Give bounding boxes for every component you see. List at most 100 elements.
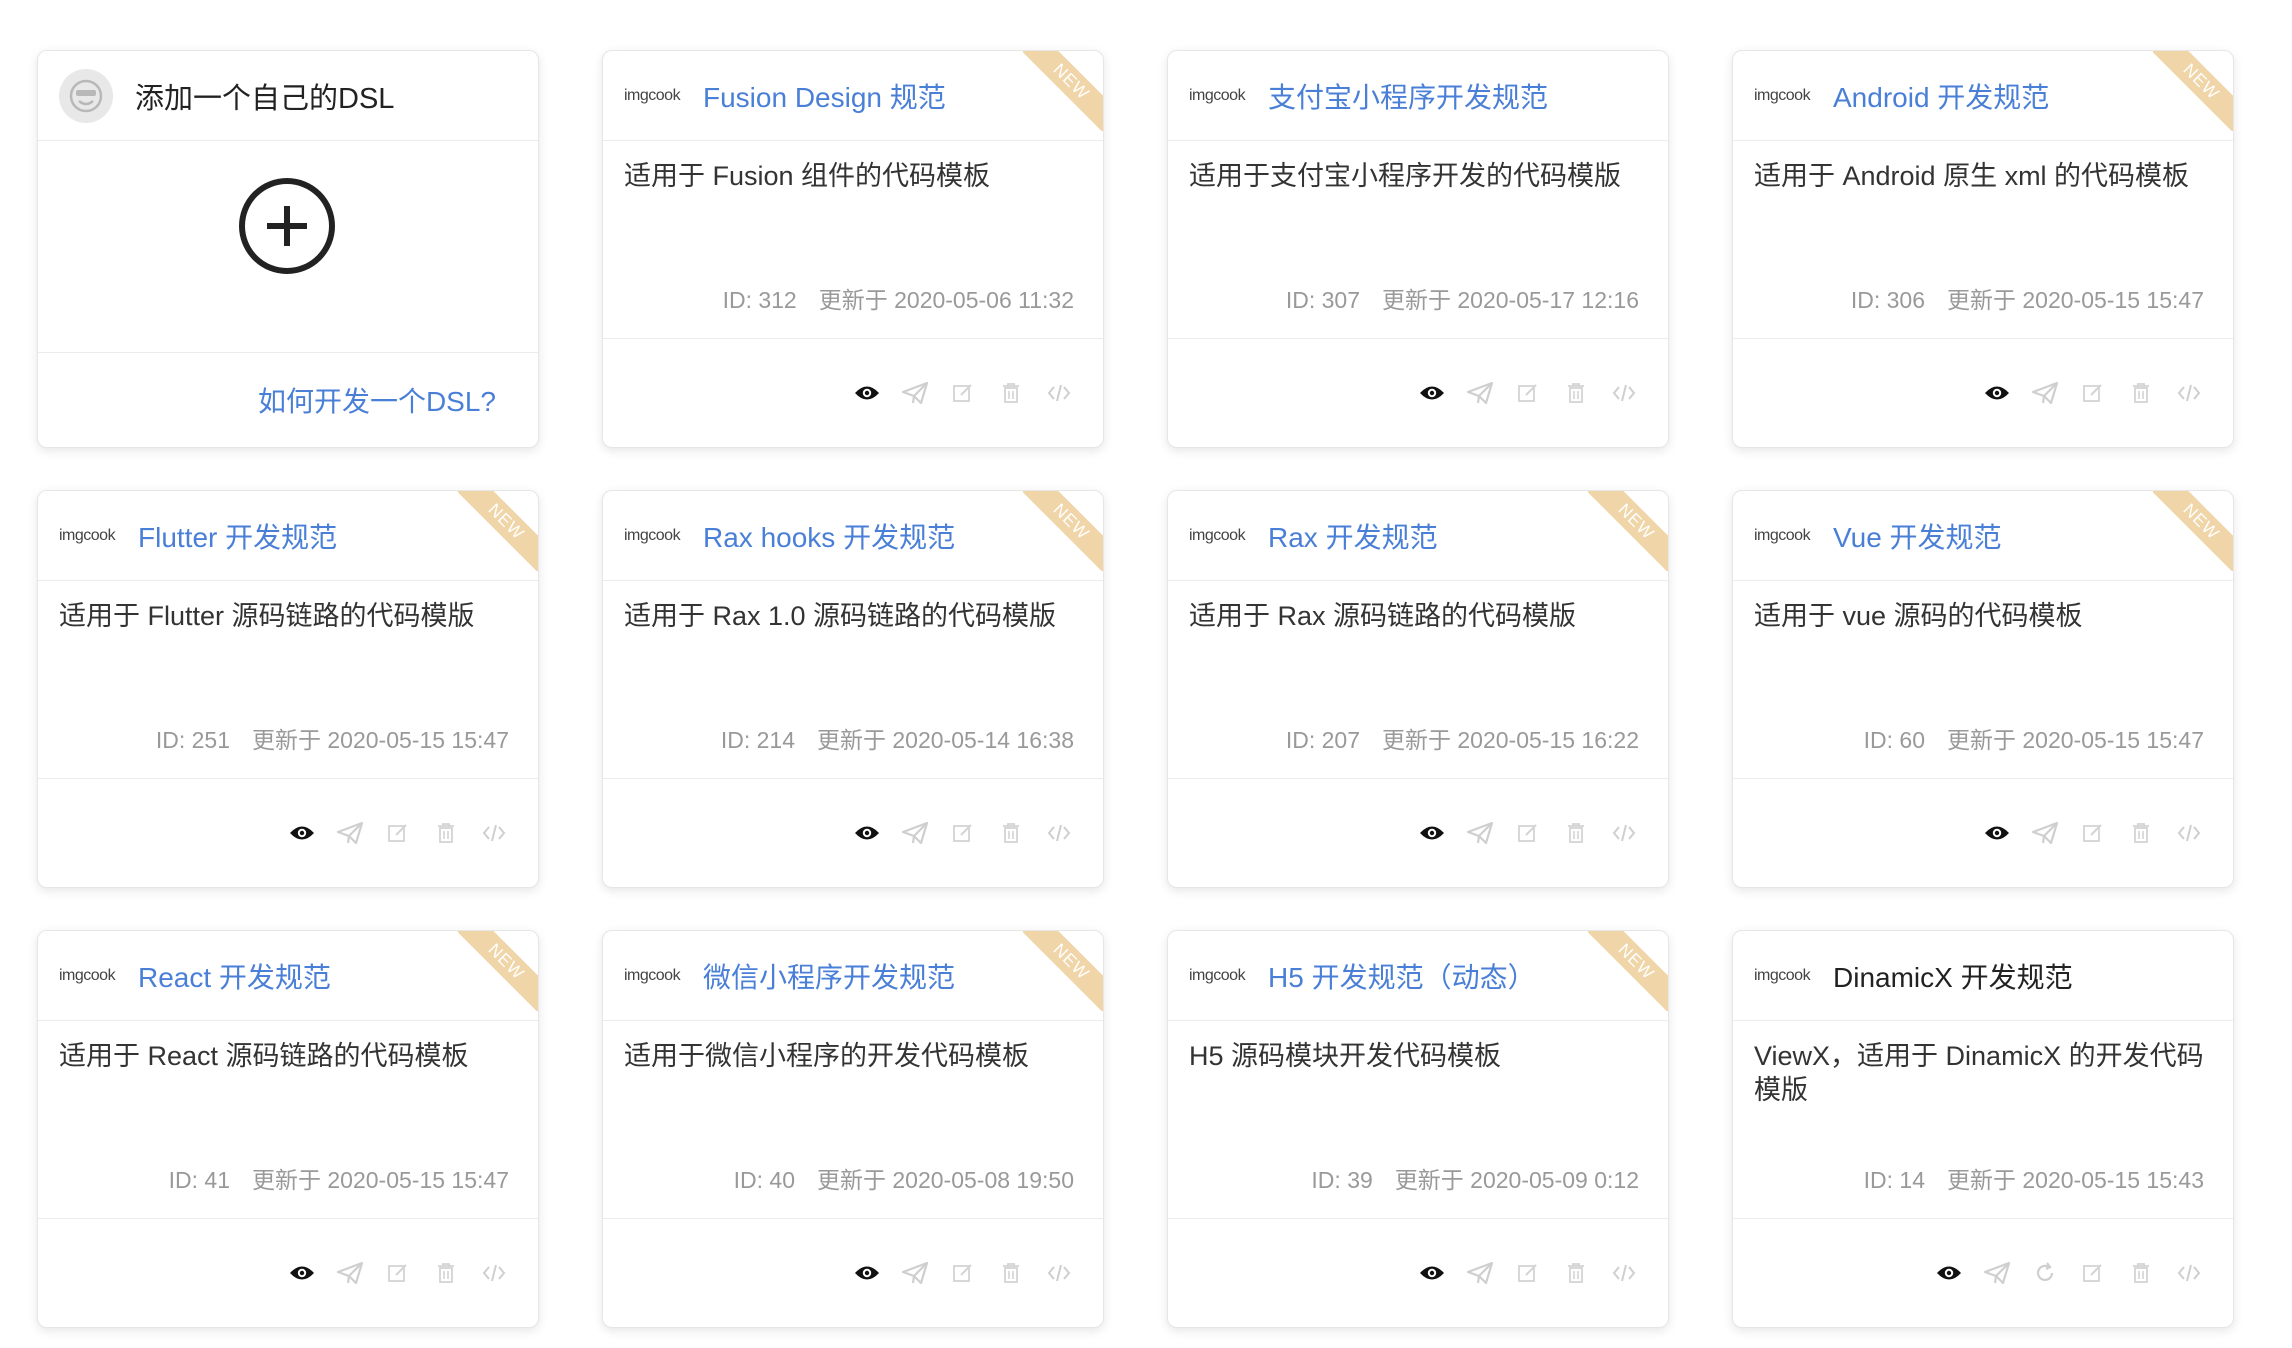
dsl-card[interactable]: imgcook 支付宝小程序开发规范 适用于支付宝小程序开发的代码模版 ID: 307… [1167,50,1669,448]
card-title[interactable]: React 开发规范 [138,956,331,996]
dsl-card[interactable]: imgcook DinamicX 开发规范 ViewX，适用于 DinamicX 的… [1732,930,2234,1328]
card-updated: 更新于 2020-05-15 15:43 [1947,1167,2204,1193]
eye-icon[interactable] [1925,1253,1973,1293]
edit-icon[interactable] [1504,1253,1552,1293]
publish-icon[interactable] [1456,1253,1504,1293]
card-title[interactable]: 支付宝小程序开发规范 [1268,76,1548,116]
dsl-card[interactable]: imgcook Rax 开发规范 NEW 适用于 Rax 源码链路的代码模版 ID: 2… [1167,490,1669,888]
code-icon[interactable] [1600,1253,1648,1293]
refresh-icon[interactable] [2021,1253,2069,1293]
eye-icon[interactable] [278,1253,326,1293]
card-title[interactable]: Rax hooks 开发规范 [703,516,955,556]
code-icon[interactable] [470,813,518,853]
eye-icon[interactable] [1408,1253,1456,1293]
edit-icon[interactable] [2069,813,2117,853]
new-ribbon: NEW [458,931,538,1011]
code-icon[interactable] [2165,813,2213,853]
delete-icon[interactable] [2117,813,2165,853]
edit-icon[interactable] [1504,373,1552,413]
code-icon[interactable] [1035,373,1083,413]
new-ribbon-label: NEW [1023,491,1103,571]
eye-icon[interactable] [278,813,326,853]
card-meta: ID: 306 更新于 2020-05-15 15:47 [1851,281,2204,315]
edit-icon[interactable] [939,813,987,853]
delete-icon[interactable] [1552,813,1600,853]
code-icon[interactable] [470,1253,518,1293]
dsl-card[interactable]: imgcook Android 开发规范 NEW 适用于 Android 原生 xml… [1732,50,2234,448]
delete-icon[interactable] [987,1253,1035,1293]
edit-icon[interactable] [939,373,987,413]
publish-icon[interactable] [2021,373,2069,413]
card-description: 适用于微信小程序的开发代码模板 [624,1041,1029,1071]
publish-icon[interactable] [1456,813,1504,853]
dsl-card[interactable]: imgcook Vue 开发规范 NEW 适用于 vue 源码的代码模板 ID: 60 更… [1732,490,2234,888]
edit-icon[interactable] [374,1253,422,1293]
publish-icon[interactable] [326,1253,374,1293]
card-title[interactable]: 微信小程序开发规范 [703,956,955,996]
plus-circle-icon[interactable] [238,177,336,275]
edit-icon[interactable] [939,1253,987,1293]
add-card-body [38,141,538,353]
card-title[interactable]: H5 开发规范（动态） [1268,956,1536,996]
delete-icon[interactable] [2117,1253,2165,1293]
card-title[interactable]: Android 开发规范 [1833,76,2049,116]
add-card-title: 添加一个自己的DSL [135,82,395,115]
card-description: 适用于支付宝小程序开发的代码模版 [1189,161,1621,191]
eye-icon[interactable] [1973,373,2021,413]
card-title[interactable]: Vue 开发规范 [1833,516,2002,556]
dsl-card[interactable]: imgcook Flutter 开发规范 NEW 适用于 Flutter 源码链路的代… [37,490,539,888]
card-title[interactable]: Fusion Design 规范 [703,76,946,116]
code-icon[interactable] [1035,813,1083,853]
edit-icon[interactable] [2069,1253,2117,1293]
new-ribbon-label: NEW [1588,491,1668,571]
smiley-icon [69,79,103,112]
dsl-card[interactable]: imgcook 微信小程序开发规范 NEW 适用于微信小程序的开发代码模板 ID: 40… [602,930,1104,1328]
delete-icon[interactable] [1552,1253,1600,1293]
publish-icon[interactable] [326,813,374,853]
card-meta: ID: 60 更新于 2020-05-15 15:47 [1864,721,2204,755]
eye-icon[interactable] [1408,813,1456,853]
code-icon[interactable] [1600,373,1648,413]
delete-icon[interactable] [1552,373,1600,413]
publish-icon[interactable] [891,813,939,853]
dsl-card[interactable]: imgcook Rax hooks 开发规范 NEW 适用于 Rax 1.0 源码链路… [602,490,1104,888]
card-description: ViewX，适用于 DinamicX 的开发代码模版 [1754,1041,2204,1105]
eye-icon[interactable] [843,813,891,853]
card-title[interactable]: Flutter 开发规范 [138,516,337,556]
edit-icon[interactable] [374,813,422,853]
eye-icon[interactable] [843,373,891,413]
card-body: 适用于 vue 源码的代码模板 ID: 60 更新于 2020-05-15 15:4… [1733,581,2233,779]
delete-icon[interactable] [422,813,470,853]
code-icon[interactable] [1035,1253,1083,1293]
dsl-card[interactable]: imgcook H5 开发规范（动态） NEW H5 源码模块开发代码模板 ID: 39… [1167,930,1669,1328]
code-icon[interactable] [1600,813,1648,853]
delete-icon[interactable] [2117,373,2165,413]
publish-icon[interactable] [1456,373,1504,413]
card-title[interactable]: DinamicX 开发规范 [1833,956,2073,996]
avatar [59,68,113,123]
card-description: 适用于 React 源码链路的代码模板 [59,1041,469,1071]
publish-icon[interactable] [891,373,939,413]
card-id: ID: 251 [155,727,230,753]
card-description: 适用于 Android 原生 xml 的代码模板 [1754,161,2190,191]
eye-icon[interactable] [1408,373,1456,413]
new-ribbon: NEW [2153,51,2233,131]
dsl-card[interactable]: imgcook React 开发规范 NEW 适用于 React 源码链路的代码模板 I… [37,930,539,1328]
code-icon[interactable] [2165,373,2213,413]
how-to-develop-dsl-link[interactable]: 如何开发一个DSL? [258,380,496,420]
eye-icon[interactable] [843,1253,891,1293]
publish-icon[interactable] [891,1253,939,1293]
dsl-card[interactable]: imgcook Fusion Design 规范 NEW 适用于 Fusion 组件的… [602,50,1104,448]
delete-icon[interactable] [987,813,1035,853]
delete-icon[interactable] [422,1253,470,1293]
delete-icon[interactable] [987,373,1035,413]
code-icon[interactable] [2165,1253,2213,1293]
card-title[interactable]: Rax 开发规范 [1268,516,1438,556]
edit-icon[interactable] [2069,373,2117,413]
publish-icon[interactable] [2021,813,2069,853]
eye-icon[interactable] [1973,813,2021,853]
card-updated: 更新于 2020-05-15 15:47 [1947,287,2204,313]
add-dsl-card[interactable]: 添加一个自己的DSL 如何开发一个DSL? [37,50,539,448]
edit-icon[interactable] [1504,813,1552,853]
publish-icon[interactable] [1973,1253,2021,1293]
